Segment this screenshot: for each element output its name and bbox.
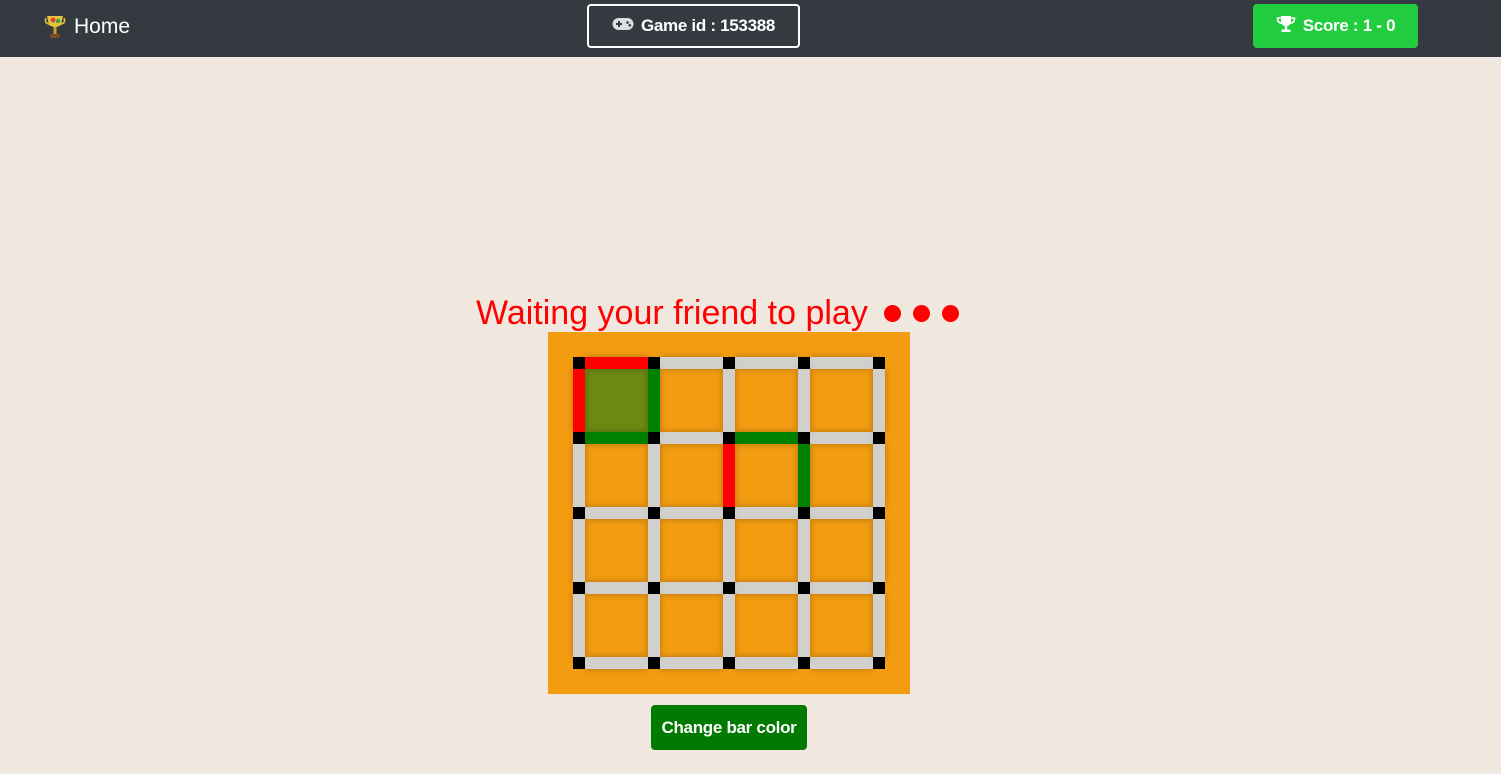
board-box (735, 519, 798, 582)
vertical-bar[interactable] (723, 519, 735, 582)
horizontal-bar[interactable] (585, 432, 648, 444)
home-label: Home (74, 15, 131, 38)
board-box (810, 444, 873, 507)
board-dot (873, 432, 885, 444)
horizontal-bar[interactable] (735, 582, 798, 594)
vertical-bar[interactable] (873, 369, 885, 432)
board-box (585, 369, 648, 432)
board-dot (798, 507, 810, 519)
board-dot (873, 507, 885, 519)
vertical-bar[interactable] (648, 519, 660, 582)
board-dot (798, 357, 810, 369)
vertical-bar[interactable] (573, 519, 585, 582)
board-dot (648, 657, 660, 669)
board-dot (573, 357, 585, 369)
board-dot (648, 432, 660, 444)
vertical-bar[interactable] (798, 594, 810, 657)
horizontal-bar[interactable] (585, 507, 648, 519)
board-dot (798, 432, 810, 444)
board-box (585, 594, 648, 657)
score-label: Score : 1 - 0 (1302, 16, 1396, 35)
horizontal-bar[interactable] (660, 432, 723, 444)
home-link[interactable]: Home (44, 13, 130, 41)
waiting-dot (883, 304, 901, 322)
board-box (585, 444, 648, 507)
board-box (735, 444, 798, 507)
vertical-bar[interactable] (798, 519, 810, 582)
board-box (810, 594, 873, 657)
board-box (810, 369, 873, 432)
board-box (735, 594, 798, 657)
board-box (810, 519, 873, 582)
board-dot (873, 357, 885, 369)
board-box (660, 369, 723, 432)
board-dot (798, 582, 810, 594)
trophy-icon (1276, 15, 1296, 38)
vertical-bar[interactable] (723, 594, 735, 657)
board-box (660, 444, 723, 507)
horizontal-bar[interactable] (660, 507, 723, 519)
horizontal-bar[interactable] (735, 507, 798, 519)
vertical-bar[interactable] (648, 444, 660, 507)
vertical-bar[interactable] (873, 519, 885, 582)
vertical-bar[interactable] (573, 594, 585, 657)
vertical-bar[interactable] (798, 444, 810, 507)
horizontal-bar[interactable] (810, 357, 873, 369)
board-dot (573, 582, 585, 594)
board-dot (648, 582, 660, 594)
vertical-bar[interactable] (573, 444, 585, 507)
horizontal-bar[interactable] (810, 432, 873, 444)
horizontal-bar[interactable] (735, 432, 798, 444)
gamepad-icon (612, 16, 634, 36)
vertical-bar[interactable] (873, 444, 885, 507)
vertical-bar[interactable] (798, 369, 810, 432)
board-dot (573, 507, 585, 519)
board-dot (873, 582, 885, 594)
horizontal-bar[interactable] (585, 657, 648, 669)
board-box (735, 369, 798, 432)
board-dot (873, 657, 885, 669)
vertical-bar[interactable] (723, 369, 735, 432)
board-dot (798, 657, 810, 669)
game-id-badge: Game id : 153388 (587, 4, 800, 48)
score-button[interactable]: Score : 1 - 0 (1253, 4, 1418, 48)
waiting-dot (941, 304, 959, 322)
change-bar-color-button[interactable]: Change bar color (651, 705, 807, 750)
turn-status-text: Waiting your friend to play (476, 293, 868, 332)
top-navbar: Home Game id : 153388 Score : 1 - 0 (0, 0, 1501, 57)
trophy-cup-icon (44, 14, 66, 40)
horizontal-bar[interactable] (735, 357, 798, 369)
horizontal-bar[interactable] (585, 582, 648, 594)
board-dot (723, 357, 735, 369)
board-dot (573, 657, 585, 669)
horizontal-bar[interactable] (660, 657, 723, 669)
waiting-dots (883, 304, 959, 322)
game-id-label: Game id : 153388 (640, 16, 776, 35)
board-dot (648, 507, 660, 519)
board-dot (723, 657, 735, 669)
game-board (548, 332, 910, 694)
board-dot (723, 432, 735, 444)
waiting-dot (912, 304, 930, 322)
horizontal-bar[interactable] (735, 657, 798, 669)
vertical-bar[interactable] (723, 444, 735, 507)
board-box (660, 519, 723, 582)
horizontal-bar[interactable] (585, 357, 648, 369)
board-dot (573, 432, 585, 444)
vertical-bar[interactable] (573, 369, 585, 432)
turn-status: Waiting your friend to play (476, 290, 959, 336)
horizontal-bar[interactable] (810, 582, 873, 594)
vertical-bar[interactable] (648, 369, 660, 432)
vertical-bar[interactable] (648, 594, 660, 657)
vertical-bar[interactable] (873, 594, 885, 657)
horizontal-bar[interactable] (810, 507, 873, 519)
horizontal-bar[interactable] (660, 357, 723, 369)
board-dot (648, 357, 660, 369)
board-dot (723, 507, 735, 519)
board-box (585, 519, 648, 582)
board-dot (723, 582, 735, 594)
horizontal-bar[interactable] (660, 582, 723, 594)
horizontal-bar[interactable] (810, 657, 873, 669)
board-box (660, 594, 723, 657)
